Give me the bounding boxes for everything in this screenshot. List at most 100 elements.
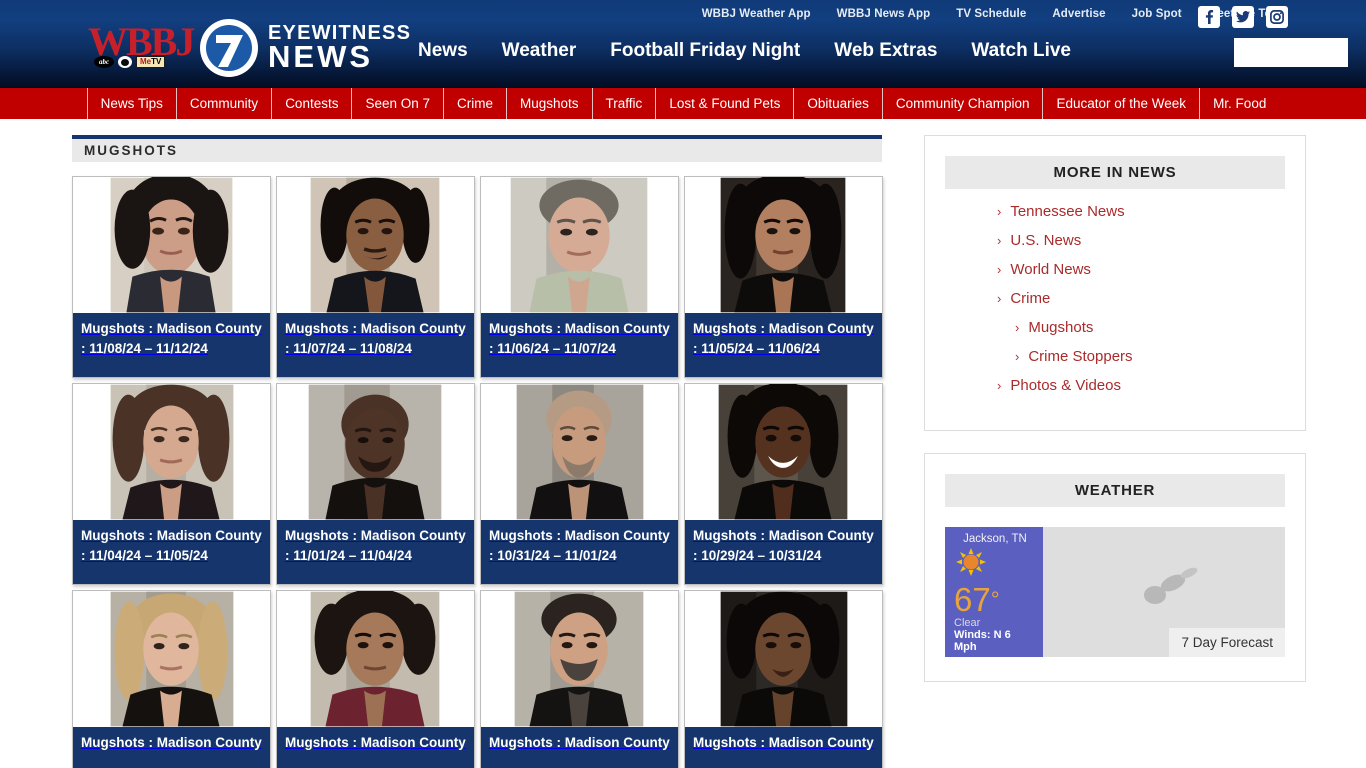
sidebar-link-us-news[interactable]: › U.S. News xyxy=(997,232,1285,249)
weather-body: Jackson, TN 67° Clear Winds: N 6 Mph 7 D… xyxy=(945,527,1285,657)
weather-city: Jackson, TN xyxy=(963,533,1027,545)
utility-link-news-app[interactable]: WBBJ News App xyxy=(837,8,931,20)
main-content: MUGSHOTS Mugshots: Madison County: 11/… xyxy=(72,119,902,768)
subnav-item-community[interactable]: Community xyxy=(177,88,273,119)
current-conditions[interactable]: Jackson, TN 67° Clear Winds: N 6 Mph xyxy=(945,527,1043,657)
subnav-item-mugshots[interactable]: Mugshots xyxy=(507,88,593,119)
nav-item-web-extras[interactable]: Web Extras xyxy=(834,40,937,62)
radar-blob-icon xyxy=(1139,561,1209,616)
weather-condition: Clear xyxy=(954,617,981,629)
subnav-item-educator-of-the-week[interactable]: Educator of the Week xyxy=(1043,88,1201,119)
main-nav: News Weather Football Friday Night Web E… xyxy=(418,40,1071,62)
seven-day-forecast-button[interactable]: 7 Day Forecast xyxy=(1169,628,1285,657)
social-links xyxy=(1198,6,1288,28)
sidebar-link-crime-stoppers[interactable]: › Crime Stoppers xyxy=(997,348,1285,365)
sun-icon xyxy=(956,548,1036,581)
mugshot-card-caption: Mugshots : Madison County xyxy=(73,727,270,768)
mugshot-card-caption: Mugshots : Madison County : 11/05/24 – 1… xyxy=(685,313,882,377)
mugshot-thumbnail xyxy=(277,384,474,520)
sidebar-link-world-news[interactable]: › World News xyxy=(997,261,1285,278)
subnav-item-mr-food[interactable]: Mr. Food xyxy=(1200,88,1279,119)
sidebar-link-crime[interactable]: › Crime xyxy=(997,290,1285,307)
weather-temperature: 67° xyxy=(954,583,1036,616)
mugshot-thumbnail xyxy=(73,384,270,520)
subnav-item-contests[interactable]: Contests xyxy=(272,88,353,119)
mugshot-card[interactable]: Mugshots : Madison County : 11/06/24 – 1… xyxy=(480,176,679,378)
degree-symbol: ° xyxy=(990,587,1000,612)
sidebar-link-label[interactable]: World News xyxy=(1010,261,1091,278)
subnav-item-crime[interactable]: Crime xyxy=(444,88,508,119)
chevron-right-icon: › xyxy=(1015,349,1020,364)
nav-item-news[interactable]: News xyxy=(418,40,468,62)
mugshot-card[interactable]: Mugshots : Madison County : 11/01/24 – 1… xyxy=(276,383,475,585)
mugshot-card[interactable]: Mugshots : Madison County : 11/04/24 – 1… xyxy=(72,383,271,585)
mugshot-thumbnail xyxy=(277,591,474,727)
mugshot-card-caption: Mugshots : Madison County xyxy=(277,727,474,768)
subnav-item-lost-and-found-pets[interactable]: Lost & Found Pets xyxy=(656,88,795,119)
mugshot-thumbnail xyxy=(277,177,474,313)
sidebar-link-photos-and-videos[interactable]: › Photos & Videos xyxy=(997,377,1285,394)
mugshot-card-caption: Mugshots : Madison County : 11/07/24 – 1… xyxy=(277,313,474,377)
sidebar-link-label[interactable]: Photos & Videos xyxy=(1010,377,1121,394)
mugshot-card-grid: Mugshots : Madison County : 11/08/24 – 1… xyxy=(72,176,898,768)
more-in-news-list: › Tennessee News › U.S. News › World New… xyxy=(945,203,1285,394)
sidebar-link-label[interactable]: Crime Stoppers xyxy=(1028,348,1132,365)
mugshot-thumbnail xyxy=(685,384,882,520)
subnav-item-traffic[interactable]: Traffic xyxy=(593,88,657,119)
subnav-item-community-champion[interactable]: Community Champion xyxy=(883,88,1044,119)
metv-logo: Me TV xyxy=(136,56,166,68)
secondary-nav: News Tips Community Contests Seen On 7 C… xyxy=(0,88,1366,119)
mugshot-card-caption: Mugshots : Madison County : 10/31/24 – 1… xyxy=(481,520,678,584)
twitter-icon[interactable] xyxy=(1232,6,1254,28)
mugshot-thumbnail xyxy=(481,384,678,520)
nav-item-weather[interactable]: Weather xyxy=(502,40,577,62)
utility-link-weather-app[interactable]: WBBJ Weather App xyxy=(702,8,811,20)
mugshot-card[interactable]: Mugshots : Madison County xyxy=(72,590,271,768)
subnav-item-news-tips[interactable]: News Tips xyxy=(86,88,177,119)
weather-widget: WEATHER Jackson, TN 67° Clear Winds: N 6… xyxy=(924,453,1306,682)
mugshot-card[interactable]: Mugshots : Madison County : 11/08/24 – 1… xyxy=(72,176,271,378)
cbs-eye-icon xyxy=(118,56,132,68)
channel-7-icon xyxy=(198,17,260,79)
abc-logo: abc xyxy=(94,56,114,68)
sidebar-link-label[interactable]: U.S. News xyxy=(1010,232,1081,249)
mugshot-card-caption: Mugshots : Madison County xyxy=(481,727,678,768)
sidebar-link-label[interactable]: Crime xyxy=(1010,290,1050,307)
chevron-right-icon: › xyxy=(997,378,1002,393)
logo-line-2: NEWS xyxy=(268,39,373,75)
utility-link-advertise[interactable]: Advertise xyxy=(1052,8,1105,20)
subnav-item-obituaries[interactable]: Obituaries xyxy=(794,88,883,119)
sidebar-link-tennessee-news[interactable]: › Tennessee News xyxy=(997,203,1285,220)
weather-winds: Winds: N 6 Mph xyxy=(954,629,1011,653)
sidebar-link-label[interactable]: Mugshots xyxy=(1028,319,1093,336)
mugshot-card[interactable]: Mugshots : Madison County xyxy=(684,590,883,768)
nav-item-watch-live[interactable]: Watch Live xyxy=(971,40,1071,62)
nav-item-football-friday-night[interactable]: Football Friday Night xyxy=(610,40,800,62)
mugshot-card[interactable]: Mugshots : Madison County : 10/31/24 – 1… xyxy=(480,383,679,585)
subnav-item-seen-on-7[interactable]: Seen On 7 xyxy=(352,88,445,119)
mugshot-card[interactable]: Mugshots : Madison County xyxy=(480,590,679,768)
facebook-icon[interactable] xyxy=(1198,6,1220,28)
logo-eyewitness-news: EYEWITNESS NEWS xyxy=(268,23,411,75)
mugshot-card-caption: Mugshots : Madison County : 11/06/24 – 1… xyxy=(481,313,678,377)
chevron-right-icon: › xyxy=(997,233,1002,248)
mugshot-card[interactable]: Mugshots : Madison County xyxy=(276,590,475,768)
site-header: WBBJ Weather App WBBJ News App TV Schedu… xyxy=(0,0,1366,88)
network-badges: abc Me TV xyxy=(94,56,166,68)
mugshot-card[interactable]: Mugshots : Madison County : 11/07/24 – 1… xyxy=(276,176,475,378)
weather-header: WEATHER xyxy=(945,474,1285,507)
weather-radar-map[interactable]: 7 Day Forecast xyxy=(1043,527,1285,657)
sidebar-link-label[interactable]: Tennessee News xyxy=(1010,203,1124,220)
utility-link-job-spot[interactable]: Job Spot xyxy=(1132,8,1182,20)
search-input[interactable] xyxy=(1234,38,1366,67)
search-box xyxy=(1234,38,1366,67)
mugshot-thumbnail xyxy=(481,177,678,313)
page-body: MUGSHOTS Mugshots: Madison County: 11/… xyxy=(0,119,1366,768)
sidebar-link-mugshots[interactable]: › Mugshots xyxy=(997,319,1285,336)
chevron-right-icon: › xyxy=(1015,320,1020,335)
mugshot-card[interactable]: Mugshots : Madison County : 11/05/24 – 1… xyxy=(684,176,883,378)
utility-link-tv-schedule[interactable]: TV Schedule xyxy=(956,8,1026,20)
instagram-icon[interactable] xyxy=(1266,6,1288,28)
site-logo[interactable]: WBBJ abc Me TV EYEWITNESS NEWS xyxy=(88,19,411,77)
mugshot-card[interactable]: Mugshots : Madison County : 10/29/24 – 1… xyxy=(684,383,883,585)
